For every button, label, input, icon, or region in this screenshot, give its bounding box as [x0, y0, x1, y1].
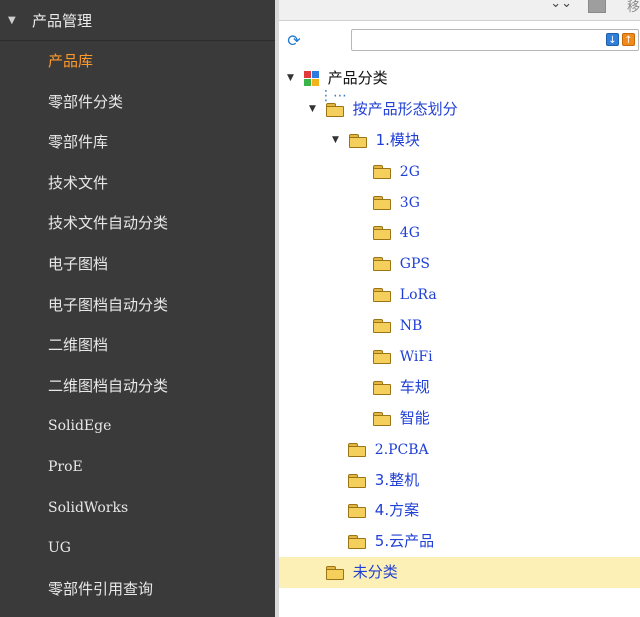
tree-node-complete-machine[interactable]: 3.整机	[279, 465, 640, 496]
sidebar-menu: 产品库 零部件分类 零部件库 技术文件 技术文件自动分类 电子图档 电子图档自动…	[0, 41, 275, 609]
tree-node-label: WiFi	[399, 349, 433, 366]
sidebar: ▼ 产品管理 产品库 零部件分类 零部件库 技术文件 技术文件自动分类 电子图档…	[0, 0, 275, 617]
tree-node-module-3g[interactable]: 3G	[279, 187, 640, 218]
move-label[interactable]: 移	[627, 0, 640, 15]
folder-icon	[348, 442, 366, 457]
move-icon[interactable]	[588, 0, 606, 13]
folder-icon	[373, 226, 391, 241]
folder-icon	[325, 102, 344, 117]
expand-triangle-icon[interactable]: ▼	[287, 63, 299, 94]
folder-icon	[373, 164, 391, 179]
sidebar-item-2d-drawings-autoclass[interactable]: 二维图档自动分类	[0, 366, 275, 407]
tree-node-module-automotive[interactable]: 车规	[279, 372, 640, 403]
tree-node-cloud-product[interactable]: 5.云产品	[279, 526, 640, 557]
top-toolbar-strip: ⌄⌄ 移	[279, 0, 640, 21]
tree-node-label: 2.PCBA	[374, 441, 429, 458]
tree-node-by-product-form[interactable]: ▼ 按产品形态划分	[279, 94, 640, 125]
sidebar-item-part-reference-query[interactable]: 零部件引用查询	[0, 569, 275, 610]
expand-triangle-icon[interactable]: ▼	[332, 125, 344, 156]
folder-icon	[373, 380, 391, 395]
folder-icon	[348, 535, 366, 550]
folder-icon	[348, 473, 366, 488]
sidebar-header-product-management[interactable]: ▼ 产品管理	[0, 0, 275, 41]
sidebar-item-technical-docs-autoclass[interactable]: 技术文件自动分类	[0, 203, 275, 244]
tree-node-module-lora[interactable]: LoRa	[279, 279, 640, 310]
expand-triangle-icon[interactable]: ▼	[309, 94, 321, 125]
tree-node-module-wifi[interactable]: WiFi	[279, 341, 640, 372]
tree-node-solution[interactable]: 4.方案	[279, 495, 640, 526]
tree-node-module-2g[interactable]: 2G	[279, 156, 640, 187]
folder-icon	[348, 133, 367, 148]
folder-icon	[373, 350, 391, 365]
tree-node-module-smart[interactable]: 智能	[279, 403, 640, 434]
tree-node-label: 4.方案	[374, 501, 420, 520]
folder-icon	[373, 195, 391, 210]
tree-panel: ⌄⌄ 移 ⟳ ⋮⋯ ↓ ↑ ▼ 产品分类 ▼ 按产品形态划分 ▼ 1.模块 2G…	[279, 0, 640, 617]
folder-icon	[348, 504, 366, 519]
folder-icon	[373, 288, 391, 303]
refresh-icon[interactable]: ⟳	[284, 31, 304, 51]
tree-node-label: 产品分类	[327, 69, 388, 87]
tree-node-modules[interactable]: ▼ 1.模块	[279, 125, 640, 156]
sidebar-item-technical-docs[interactable]: 技术文件	[0, 163, 275, 204]
category-grid-icon	[303, 71, 319, 86]
tree-node-label: 1.模块	[375, 130, 420, 149]
sidebar-header-label: 产品管理	[32, 11, 93, 30]
tree-node-root[interactable]: ▼ 产品分类	[279, 63, 640, 94]
tree-search-input[interactable]: ↓ ↑	[351, 29, 639, 51]
sidebar-item-part-category[interactable]: 零部件分类	[0, 82, 275, 123]
sidebar-item-electronic-drawings[interactable]: 电子图档	[0, 244, 275, 285]
folder-icon	[373, 411, 391, 426]
folder-icon	[373, 257, 391, 272]
tree-node-label: 2G	[399, 163, 420, 180]
move-up-icon[interactable]: ↑	[622, 33, 635, 46]
tree-node-pcba[interactable]: 2.PCBA	[279, 434, 640, 465]
sidebar-item-solidedge[interactable]: SolidEge	[0, 406, 275, 447]
tree-node-module-gps[interactable]: GPS	[279, 248, 640, 279]
category-tree: ▼ 产品分类 ▼ 按产品形态划分 ▼ 1.模块 2G 3G 4G GPS LoR…	[279, 63, 640, 589]
tree-node-label: 3G	[399, 194, 420, 211]
tree-node-label: 3.整机	[374, 470, 420, 489]
tree-node-label: 车规	[399, 377, 430, 396]
tree-node-label: 未分类	[352, 563, 398, 582]
tree-node-module-nb[interactable]: NB	[279, 310, 640, 341]
tree-node-label: LoRa	[399, 287, 437, 304]
sidebar-item-ug[interactable]: UG	[0, 528, 275, 569]
collapse-triangle-icon[interactable]: ▼	[8, 15, 22, 26]
tree-node-label: GPS	[399, 256, 430, 273]
double-chevron-down-icon[interactable]: ⌄⌄	[550, 0, 572, 11]
sidebar-item-2d-drawings[interactable]: 二维图档	[0, 325, 275, 366]
tree-node-label: NB	[399, 318, 423, 335]
sidebar-item-part-library[interactable]: 零部件库	[0, 122, 275, 163]
sidebar-item-solidworks[interactable]: SolidWorks	[0, 488, 275, 529]
sidebar-item-electronic-drawings-autoclass[interactable]: 电子图档自动分类	[0, 285, 275, 326]
move-down-icon[interactable]: ↓	[606, 33, 619, 46]
tree-node-label: 4G	[399, 225, 420, 242]
tree-node-uncategorized[interactable]: 未分类	[279, 557, 640, 589]
tree-node-label: 5.云产品	[374, 532, 435, 551]
tree-toolbar: ⟳ ⋮⋯ ↓ ↑	[279, 23, 640, 104]
sidebar-item-proe[interactable]: ProE	[0, 447, 275, 488]
tree-node-module-4g[interactable]: 4G	[279, 217, 640, 248]
sidebar-item-product-library[interactable]: 产品库	[0, 41, 275, 82]
folder-icon	[373, 319, 391, 334]
tree-node-label: 按产品形态划分	[352, 99, 458, 118]
folder-icon	[326, 566, 344, 581]
tree-node-label: 智能	[399, 408, 430, 427]
